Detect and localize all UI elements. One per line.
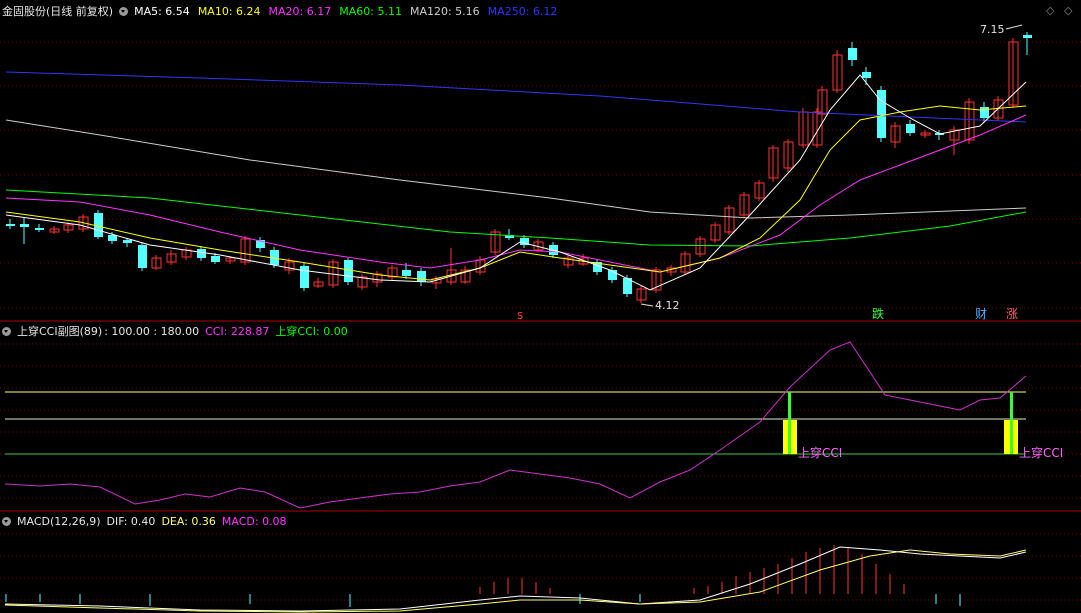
candle-body [344,260,353,282]
candlestick-chart[interactable]: 7.15 4.12 s 跌 财 涨 [0,0,1081,322]
macd-chart[interactable] [0,512,1081,613]
low-price-label: 4.12 [655,299,680,312]
cci-signal-bar [1010,392,1013,454]
candle-body [862,72,871,78]
ma10-line [5,105,1027,281]
cci-signal-text: 上穿CCI [1019,445,1063,460]
candle-body [20,224,29,227]
dif-line [4,546,1027,612]
candle-body [197,249,206,258]
candle-body [300,266,309,288]
signal-zhang-marker: 涨 [1006,306,1018,321]
signal-die-marker: 跌 [872,306,884,321]
high-arrow [1005,24,1023,30]
low-arrow [640,303,654,307]
cci-signal-bar [788,392,791,454]
candle-body [980,107,989,118]
dea-line [4,549,1027,613]
candle-body [906,124,915,133]
ma250-line [5,71,1027,123]
candle-body [417,271,426,282]
candle-body [6,224,15,226]
candle-body [35,228,44,230]
candle-body [1023,35,1032,38]
candle-body [108,235,117,241]
candle-body [123,240,132,243]
high-price-label: 7.15 [980,23,1005,36]
candle-body [402,270,411,276]
cci-chart[interactable]: 上穿CCI 上穿CCI [0,322,1081,512]
candle-body [211,256,220,262]
candle-body [138,245,147,268]
signal-cai-marker: 财 [975,307,987,321]
cci-signal-text: 上穿CCI [798,445,842,460]
candle-body [848,48,857,60]
ma120-line [5,119,1027,219]
signal-s-marker: s [517,308,523,322]
ma60-line [5,189,1027,247]
cci-line [4,341,1027,509]
